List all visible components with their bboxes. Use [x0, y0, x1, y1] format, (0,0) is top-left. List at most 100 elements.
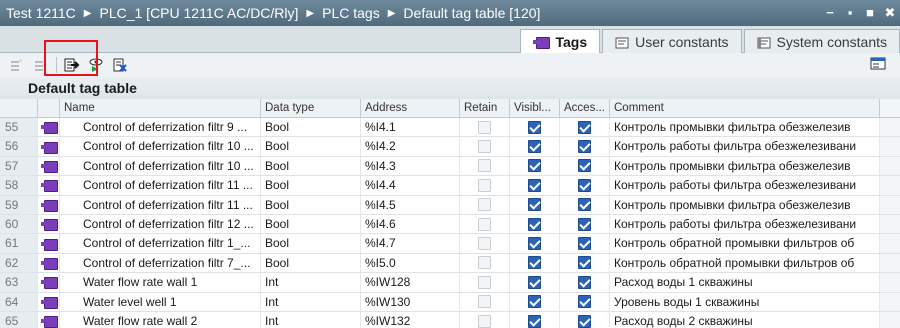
visible-checkbox[interactable] [528, 275, 541, 289]
row-number[interactable]: 55 [0, 118, 38, 137]
table-row[interactable]: 56 Control of deferrization filtr 10 ...… [0, 137, 900, 157]
row-number[interactable]: 63 [0, 273, 38, 292]
column-header-address[interactable]: Address [361, 99, 460, 117]
data-type-cell[interactable]: Int [261, 292, 361, 311]
address-cell[interactable]: %I4.1 [361, 118, 460, 137]
row-number[interactable]: 57 [0, 156, 38, 176]
table-row[interactable]: 58 Control of deferrization filtr 11 ...… [0, 176, 900, 196]
tag-name-cell[interactable]: Control of deferrization filtr 10 ... [60, 137, 261, 156]
table-row[interactable]: 59 Control of deferrization filtr 11 ...… [0, 195, 900, 215]
address-cell[interactable]: %I4.4 [361, 176, 460, 195]
column-header-comment[interactable]: Comment [610, 99, 880, 117]
row-number[interactable]: 60 [0, 214, 38, 234]
address-cell[interactable]: %IW130 [361, 292, 460, 311]
accessible-checkbox[interactable] [578, 217, 591, 231]
tab-system-constants[interactable]: System constants [743, 29, 900, 53]
row-number[interactable]: 64 [0, 292, 38, 311]
tag-name-cell[interactable]: Control of deferrization filtr 7_... [60, 253, 261, 273]
data-type-cell[interactable]: Bool [261, 176, 361, 195]
column-header-data-type[interactable]: Data type [261, 99, 361, 117]
comment-cell[interactable]: Контроль обратной промывки фильтров об [610, 234, 880, 253]
retain-checkbox[interactable] [478, 295, 491, 309]
accessible-checkbox[interactable] [578, 198, 591, 212]
address-cell[interactable]: %I4.7 [361, 234, 460, 253]
table-row[interactable]: 61 Control of deferrization filtr 1_... … [0, 234, 900, 254]
data-type-cell[interactable]: Bool [261, 156, 361, 176]
view-options-icon[interactable] [870, 56, 888, 74]
row-number[interactable]: 58 [0, 176, 38, 195]
tab-tags[interactable]: Tags [520, 29, 601, 54]
table-row[interactable]: 60 Control of deferrization filtr 12 ...… [0, 214, 900, 235]
visible-checkbox[interactable] [528, 120, 541, 134]
accessible-checkbox[interactable] [578, 314, 591, 328]
retain-checkbox[interactable] [478, 237, 491, 251]
visible-checkbox[interactable] [528, 295, 541, 309]
table-row[interactable]: 65 Water flow rate wall 2 Int %IW132 Рас… [0, 311, 900, 328]
data-type-cell[interactable]: Bool [261, 253, 361, 273]
tag-name-cell[interactable]: Water level well 1 [60, 292, 261, 311]
data-type-cell[interactable]: Int [261, 311, 361, 328]
data-type-cell[interactable]: Bool [261, 195, 361, 214]
address-cell[interactable]: %I5.0 [361, 253, 460, 273]
tag-name-cell[interactable]: Control of deferrization filtr 1_... [60, 234, 261, 253]
retain-checkbox[interactable] [478, 217, 491, 231]
column-header-visible[interactable]: Visibl... [510, 99, 560, 117]
tag-name-cell[interactable]: Control of deferrization filtr 12 ... [60, 214, 261, 234]
row-number[interactable]: 65 [0, 311, 38, 328]
table-row[interactable]: 57 Control of deferrization filtr 10 ...… [0, 156, 900, 177]
tab-user-constants[interactable]: User constants [602, 29, 742, 53]
visible-checkbox[interactable] [528, 178, 541, 192]
address-cell[interactable]: %IW128 [361, 273, 460, 292]
add-row-icon[interactable]: * [8, 56, 26, 74]
comment-cell[interactable]: Контроль работы фильтра обезжелезивани [610, 214, 880, 234]
table-row[interactable]: 64 Water level well 1 Int %IW130 Уровень… [0, 292, 900, 312]
column-header-retain[interactable]: Retain [460, 99, 510, 117]
comment-cell[interactable]: Уровень воды 1 скважины [610, 292, 880, 311]
row-number[interactable]: 61 [0, 234, 38, 253]
column-header-name[interactable]: Name [60, 99, 261, 117]
accessible-checkbox[interactable] [578, 237, 591, 251]
accessible-checkbox[interactable] [578, 120, 591, 134]
accessible-checkbox[interactable] [578, 140, 591, 154]
comment-cell[interactable]: Контроль работы фильтра обезжелезивани [610, 176, 880, 195]
data-type-cell[interactable]: Bool [261, 118, 361, 137]
maximize-icon[interactable]: ■ [860, 3, 880, 23]
row-number[interactable]: 59 [0, 195, 38, 214]
comment-cell[interactable]: Расход воды 2 скважины [610, 311, 880, 328]
breadcrumb-plc[interactable]: PLC_1 [CPU 1211C AC/DC/Rly] [99, 5, 298, 21]
address-cell[interactable]: %I4.5 [361, 195, 460, 214]
visible-checkbox[interactable] [528, 198, 541, 212]
retain-checkbox[interactable] [478, 198, 491, 212]
table-row[interactable]: 55 Control of deferrization filtr 9 ... … [0, 118, 900, 138]
breadcrumb-project[interactable]: Test 1211C [6, 5, 76, 21]
retain-checkbox[interactable] [478, 275, 491, 289]
restore-icon[interactable]: ▪ [840, 3, 860, 23]
address-cell[interactable]: %IW132 [361, 311, 460, 328]
retain-checkbox[interactable] [478, 159, 491, 173]
retain-checkbox[interactable] [478, 178, 491, 192]
column-header-accessible[interactable]: Acces... [560, 99, 610, 117]
table-row[interactable]: 63 Water flow rate wall 1 Int %IW128 Рас… [0, 273, 900, 293]
data-type-cell[interactable]: Bool [261, 214, 361, 234]
accessible-checkbox[interactable] [578, 256, 591, 270]
address-cell[interactable]: %I4.3 [361, 156, 460, 176]
retain-checkbox[interactable] [478, 314, 491, 328]
tag-name-cell[interactable]: Control of deferrization filtr 11 ... [60, 195, 261, 214]
comment-cell[interactable]: Контроль обратной промывки фильтров об [610, 253, 880, 273]
tag-name-cell[interactable]: Water flow rate wall 1 [60, 273, 261, 292]
accessible-checkbox[interactable] [578, 275, 591, 289]
row-number[interactable]: 56 [0, 137, 38, 156]
minimize-icon[interactable]: − [820, 3, 840, 23]
tag-name-cell[interactable]: Control of deferrization filtr 9 ... [60, 118, 261, 137]
breadcrumb-plc-tags[interactable]: PLC tags [322, 5, 380, 21]
accessible-checkbox[interactable] [578, 159, 591, 173]
retain-checkbox[interactable] [478, 256, 491, 270]
comment-cell[interactable]: Контроль работы фильтра обезжелезивани [610, 137, 880, 156]
tag-name-cell[interactable]: Water flow rate wall 2 [60, 311, 261, 328]
visible-checkbox[interactable] [528, 256, 541, 270]
visible-checkbox[interactable] [528, 237, 541, 251]
comment-cell[interactable]: Контроль промывки фильтра обезжелезив [610, 118, 880, 137]
accessible-checkbox[interactable] [578, 178, 591, 192]
retain-checkbox[interactable] [478, 120, 491, 134]
data-type-cell[interactable]: Bool [261, 234, 361, 253]
